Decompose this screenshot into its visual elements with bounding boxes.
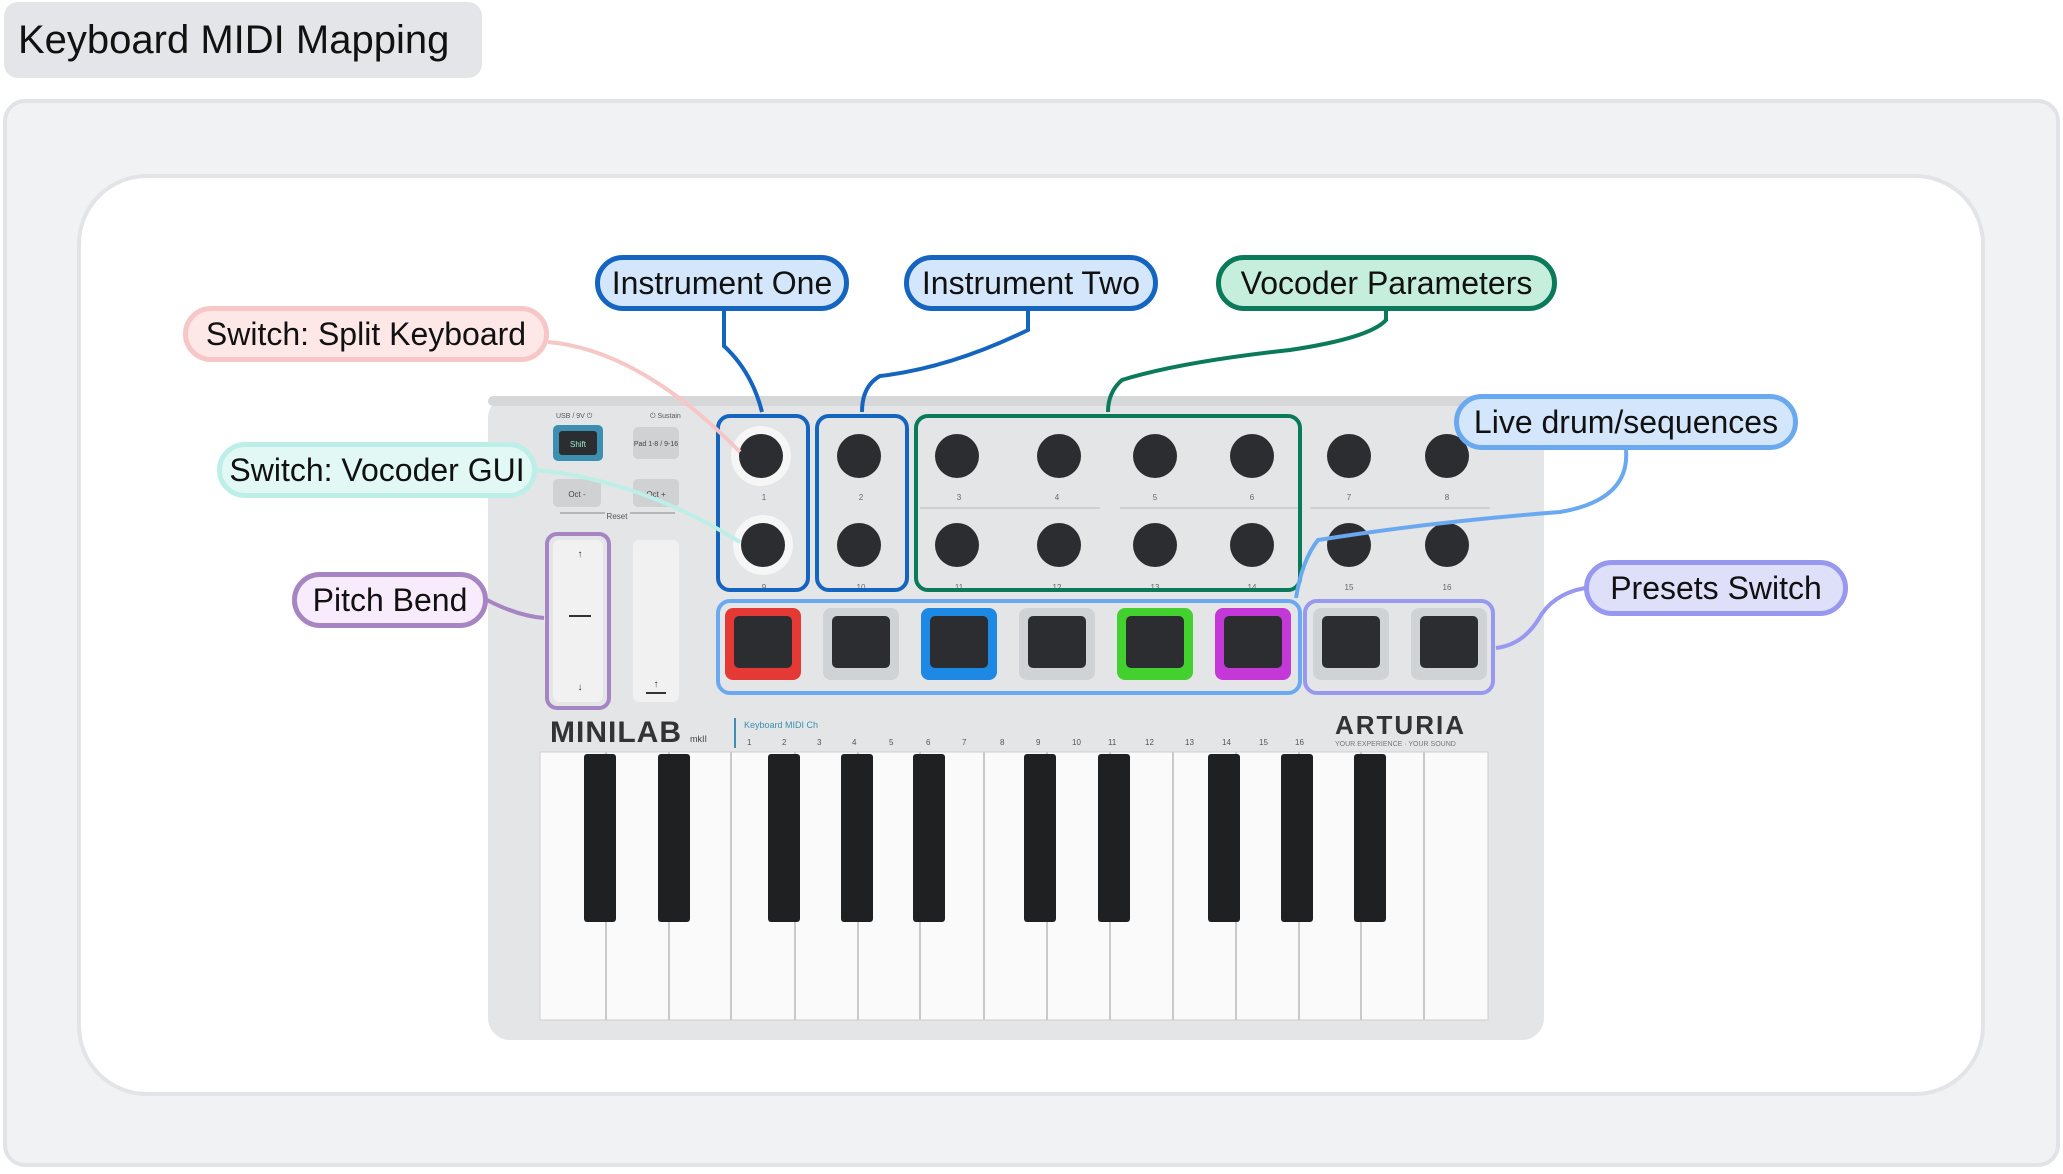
- knob-6[interactable]: [1230, 434, 1274, 478]
- svg-text:16: 16: [1295, 738, 1304, 747]
- svg-text:6: 6: [1250, 493, 1255, 502]
- arturia-tagline: YOUR EXPERIENCE · YOUR SOUND: [1335, 741, 1456, 748]
- svg-text:↑: ↑: [578, 549, 583, 560]
- svg-text:4: 4: [852, 738, 857, 747]
- mod-wheel-strip[interactable]: ↑: [633, 540, 679, 702]
- presets-switch-label: Presets Switch: [1584, 560, 1848, 616]
- svg-text:1: 1: [747, 738, 752, 747]
- knob-15[interactable]: [1327, 523, 1371, 567]
- usb-label: USB / 9V ⏻: [556, 412, 593, 420]
- pad-1[interactable]: [725, 608, 801, 680]
- svg-text:5: 5: [889, 738, 894, 747]
- pad-5[interactable]: [1117, 608, 1193, 680]
- knob-5[interactable]: [1133, 434, 1177, 478]
- svg-text:4: 4: [1055, 493, 1060, 502]
- sustain-label: ⏻ Sustain: [650, 412, 681, 420]
- keybed[interactable]: [539, 751, 1489, 1021]
- arturia-logo: ARTURIA: [1335, 710, 1466, 740]
- svg-text:13: 13: [1185, 738, 1194, 747]
- minilab-logo: MINILAB: [550, 716, 682, 749]
- svg-text:2: 2: [859, 493, 864, 502]
- knob-9[interactable]: [733, 515, 793, 575]
- svg-text:Oct -: Oct -: [568, 490, 586, 499]
- reset-label: Reset: [607, 512, 629, 521]
- svg-text:Pad 1-8 / 9-16: Pad 1-8 / 9-16: [634, 441, 678, 448]
- knob-1[interactable]: [731, 426, 791, 486]
- svg-text:11: 11: [1108, 738, 1117, 747]
- instrument-one-label: Instrument One: [595, 255, 849, 311]
- knob-16[interactable]: [1425, 523, 1469, 567]
- knob-4[interactable]: [1037, 434, 1081, 478]
- svg-text:7: 7: [1347, 493, 1352, 502]
- svg-text:12: 12: [1145, 738, 1154, 747]
- svg-text:6: 6: [926, 738, 931, 747]
- svg-text:15: 15: [1259, 738, 1268, 747]
- split-keyboard-label: Switch: Split Keyboard: [183, 306, 549, 362]
- svg-text:8: 8: [1445, 493, 1450, 502]
- pad-bank-button[interactable]: Pad 1-8 / 9-16: [633, 427, 679, 459]
- knob-10[interactable]: [837, 523, 881, 567]
- svg-text:14: 14: [1222, 738, 1231, 747]
- pad-2[interactable]: [823, 608, 899, 680]
- vocoder-parameters-label: Vocoder Parameters: [1216, 255, 1557, 311]
- knob-2[interactable]: [837, 434, 881, 478]
- pad-7[interactable]: [1313, 608, 1389, 680]
- shift-button[interactable]: Shift: [553, 425, 603, 461]
- svg-text:Shift: Shift: [570, 440, 587, 449]
- svg-text:↓: ↓: [578, 682, 583, 693]
- minilab-suffix: mkII: [690, 734, 707, 744]
- knob-14[interactable]: [1230, 523, 1274, 567]
- pitch-bend-label: Pitch Bend: [292, 572, 488, 628]
- pad-6[interactable]: [1215, 608, 1291, 680]
- svg-text:1: 1: [762, 493, 767, 502]
- live-drum-label: Live drum/sequences: [1454, 394, 1798, 450]
- pad-3[interactable]: [921, 608, 997, 680]
- svg-text:3: 3: [957, 493, 962, 502]
- svg-text:9: 9: [1036, 738, 1041, 747]
- knob-11[interactable]: [935, 523, 979, 567]
- svg-text:2: 2: [782, 738, 787, 747]
- pitch-bend-strip[interactable]: ↑ ↓: [553, 540, 603, 702]
- vocoder-gui-label: Switch: Vocoder GUI: [217, 442, 537, 498]
- pad-8[interactable]: [1411, 608, 1487, 680]
- octave-down-button[interactable]: Oct -: [553, 479, 601, 507]
- svg-text:7: 7: [962, 738, 967, 747]
- svg-text:10: 10: [1072, 738, 1081, 747]
- svg-text:↑: ↑: [654, 679, 659, 690]
- svg-text:5: 5: [1153, 493, 1158, 502]
- pad-4[interactable]: [1019, 608, 1095, 680]
- knob-7[interactable]: [1327, 434, 1371, 478]
- svg-text:15: 15: [1345, 583, 1354, 592]
- knob-12[interactable]: [1037, 523, 1081, 567]
- svg-text:3: 3: [817, 738, 822, 747]
- knob-3[interactable]: [935, 434, 979, 478]
- knob-13[interactable]: [1133, 523, 1177, 567]
- instrument-two-label: Instrument Two: [904, 255, 1158, 311]
- midi-channel-label: Keyboard MIDI Ch: [744, 720, 818, 730]
- svg-text:16: 16: [1443, 583, 1452, 592]
- svg-text:8: 8: [1000, 738, 1005, 747]
